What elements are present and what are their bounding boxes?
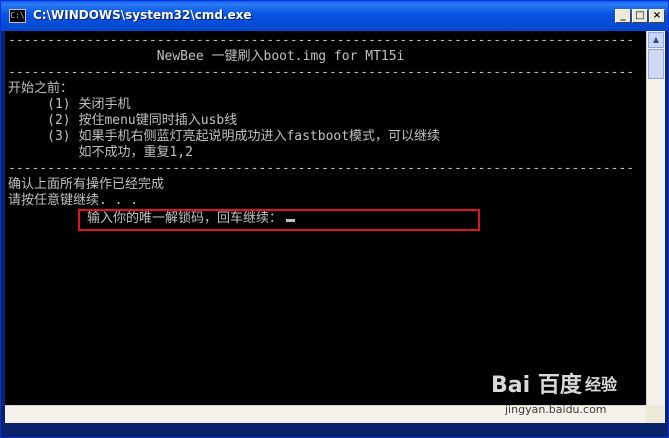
console-line: 如不成功，重复1,2: [8, 145, 193, 160]
watermark-label: 经验: [585, 375, 618, 394]
separator-line: ----------------------------------------…: [8, 33, 635, 48]
title-bar[interactable]: C:\ C:\WINDOWS\system32\cmd.exe _ □ ×: [1, 1, 668, 31]
scroll-up-button[interactable]: ▲: [648, 32, 664, 48]
highlight-box: [78, 209, 480, 231]
minimize-button[interactable]: _: [615, 9, 631, 23]
console-output[interactable]: ----------------------------------------…: [5, 31, 646, 405]
console-line: 开始之前：: [8, 81, 74, 96]
cmd-icon[interactable]: C:\: [9, 9, 26, 23]
window-title: C:\WINDOWS\system32\cmd.exe: [33, 8, 252, 22]
console-line: (1) 关闭手机: [8, 97, 131, 112]
scrollbar-corner: [646, 405, 665, 423]
vertical-scrollbar[interactable]: ▲: [646, 31, 665, 405]
baidu-logo: Bai 百度: [491, 373, 582, 398]
separator-line: ----------------------------------------…: [8, 65, 635, 80]
console-line: 确认上面所有操作已经完成: [8, 177, 165, 192]
watermark-url: jingyan.baidu.com: [505, 403, 607, 416]
baidu-watermark: Bai 百度 经验 jingyan.baidu.com: [489, 365, 637, 417]
scroll-thumb[interactable]: [648, 49, 664, 79]
banner-line: NewBee 一键刷入boot.img for MT15i: [8, 49, 405, 64]
console-line: (3) 如果手机右侧蓝灯亮起说明成功进入fastboot模式，可以继续: [8, 129, 441, 144]
console-line: 请按任意键继续. . .: [8, 193, 139, 208]
console-line: (2) 按住menu键同时插入usb线: [8, 113, 238, 128]
separator-line: ----------------------------------------…: [8, 161, 635, 176]
cmd-window: C:\ C:\WINDOWS\system32\cmd.exe _ □ × --…: [0, 0, 669, 438]
close-button[interactable]: ×: [649, 9, 665, 23]
maximize-button[interactable]: □: [632, 9, 648, 23]
